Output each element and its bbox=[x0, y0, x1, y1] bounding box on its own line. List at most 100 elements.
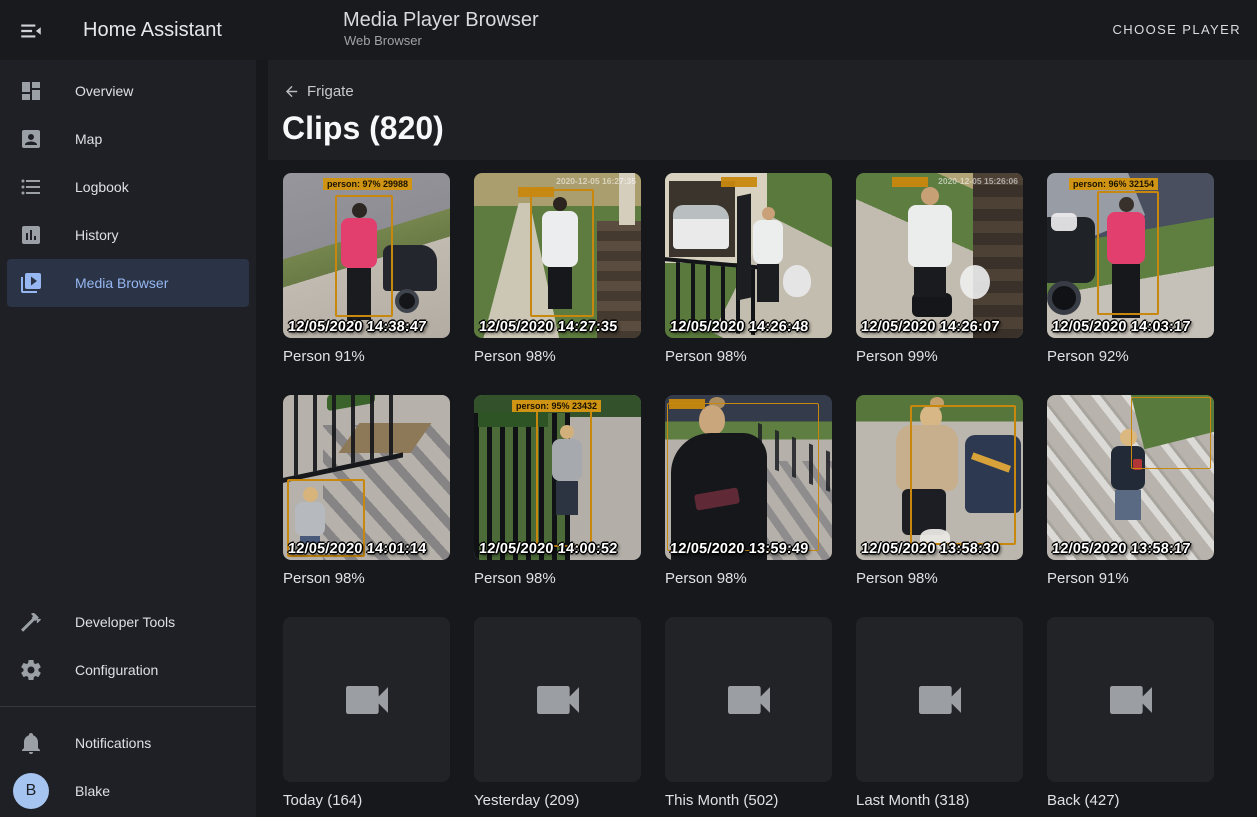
gate-shape bbox=[737, 194, 751, 301]
video-camera-icon bbox=[530, 672, 586, 728]
clip-thumbnail: 12/05/2020 14:01:14 bbox=[283, 395, 450, 560]
clip-timestamp: 12/05/2020 13:58:30 bbox=[860, 541, 1000, 557]
clip-thumbnail: 2020-12-05 16:27:35 12/05/2020 14:27:35 bbox=[474, 173, 641, 338]
detection-label-small bbox=[669, 399, 705, 409]
clip-caption: Person 98% bbox=[283, 569, 450, 589]
folder-tile-this-month[interactable]: This Month (502) bbox=[665, 617, 832, 811]
app-bar: Home Assistant Media Player Browser Web … bbox=[0, 0, 1257, 60]
folder-tile-yesterday[interactable]: Yesterday (209) bbox=[474, 617, 641, 811]
clip-timestamp: 12/05/2020 14:26:48 bbox=[669, 319, 809, 335]
sidebar-item-label: History bbox=[75, 227, 119, 243]
trash-bag-shape bbox=[783, 265, 811, 297]
clip-thumbnail: 12/05/2020 14:26:48 bbox=[665, 173, 832, 338]
clip-tile[interactable]: 12/05/2020 13:58:30 Person 98% bbox=[856, 395, 1023, 589]
play-box-multiple-icon bbox=[19, 271, 43, 295]
folder-label: Last Month (318) bbox=[856, 791, 1023, 811]
clip-tile[interactable]: person: 95% 23432 12/05/2020 14:00:52 Pe… bbox=[474, 395, 641, 589]
sidebar-divider bbox=[0, 706, 256, 707]
clip-tile[interactable]: 2020-12-05 16:27:35 12/05/2020 14:27:35 … bbox=[474, 173, 641, 367]
stroller-wheel bbox=[1047, 281, 1081, 315]
sidebar-item-configuration[interactable]: Configuration bbox=[0, 646, 256, 694]
folder-thumbnail bbox=[283, 617, 450, 782]
sidebar-item-label: Logbook bbox=[75, 179, 129, 195]
page-title: Clips (820) bbox=[282, 110, 444, 147]
blanket-shape bbox=[1051, 213, 1077, 231]
folder-tile-back[interactable]: Back (427) bbox=[1047, 617, 1214, 811]
detection-bbox bbox=[1131, 397, 1211, 469]
clip-timestamp: 12/05/2020 14:27:35 bbox=[478, 319, 618, 335]
clip-thumbnail: person: 95% 23432 12/05/2020 14:00:52 bbox=[474, 395, 641, 560]
clip-tile[interactable]: person: 96% 32154 12/05/2020 14:03:17 Pe… bbox=[1047, 173, 1214, 367]
folder-thumbnail bbox=[474, 617, 641, 782]
media-grid: person: 97% 29988 12/05/2020 14:38:47 Pe… bbox=[283, 173, 1214, 811]
sidebar-item-label: Overview bbox=[75, 83, 133, 99]
stroller-wheel bbox=[395, 289, 419, 313]
video-camera-icon bbox=[912, 672, 968, 728]
detection-bbox bbox=[667, 403, 819, 551]
clip-caption: Person 91% bbox=[1047, 569, 1214, 589]
avatar: B bbox=[13, 773, 49, 809]
clip-tile[interactable]: 12/05/2020 13:59:49 Person 98% bbox=[665, 395, 832, 589]
sidebar-item-label: Developer Tools bbox=[75, 614, 175, 630]
folder-label: Back (427) bbox=[1047, 791, 1214, 811]
video-camera-icon bbox=[721, 672, 777, 728]
sidebar-item-overview[interactable]: Overview bbox=[0, 67, 256, 115]
clip-tile[interactable]: 12/05/2020 14:26:48 Person 98% bbox=[665, 173, 832, 367]
video-camera-icon bbox=[339, 672, 395, 728]
clip-thumbnail: person: 97% 29988 12/05/2020 14:38:47 bbox=[283, 173, 450, 338]
bag-shape bbox=[960, 265, 990, 299]
detection-bbox bbox=[536, 409, 592, 547]
main-content: Frigate Clips (820) person: 97% 29988 12… bbox=[256, 60, 1257, 817]
detection-label: person: 97% 29988 bbox=[323, 178, 412, 190]
clip-thumbnail: person: 96% 32154 12/05/2020 14:03:17 bbox=[1047, 173, 1214, 338]
sidebar-item-logbook[interactable]: Logbook bbox=[0, 163, 256, 211]
app-title: Home Assistant bbox=[83, 0, 222, 60]
account-box-icon bbox=[19, 127, 43, 151]
folder-thumbnail bbox=[856, 617, 1023, 782]
panel-title: Media Player Browser bbox=[343, 9, 539, 32]
clip-caption: Person 98% bbox=[856, 569, 1023, 589]
detection-label-small bbox=[892, 177, 928, 187]
clip-tile[interactable]: 12/05/2020 13:58:17 Person 91% bbox=[1047, 395, 1214, 589]
sidebar-item-media-browser[interactable]: Media Browser bbox=[7, 259, 249, 307]
detection-label: person: 95% 23432 bbox=[512, 400, 601, 412]
sidebar: Overview Map Logbook History Media Brows… bbox=[0, 60, 256, 817]
camera-timestamp: 2020-12-05 15:26:06 bbox=[938, 176, 1018, 186]
dashboard-icon bbox=[19, 79, 43, 103]
sidebar-item-map[interactable]: Map bbox=[0, 115, 256, 163]
folder-thumbnail bbox=[1047, 617, 1214, 782]
clip-tile[interactable]: person: 97% 29988 12/05/2020 14:38:47 Pe… bbox=[283, 173, 450, 367]
clip-thumbnail: 12/05/2020 13:58:17 bbox=[1047, 395, 1214, 560]
folder-tile-last-month[interactable]: Last Month (318) bbox=[856, 617, 1023, 811]
person-figure bbox=[908, 187, 952, 297]
detection-bbox bbox=[1097, 191, 1159, 315]
sidebar-item-history[interactable]: History bbox=[0, 211, 256, 259]
clip-thumbnail: 12/05/2020 13:59:49 bbox=[665, 395, 832, 560]
clip-caption: Person 98% bbox=[474, 347, 641, 367]
folder-thumbnail bbox=[665, 617, 832, 782]
folder-tile-today[interactable]: Today (164) bbox=[283, 617, 450, 811]
hammer-icon bbox=[19, 610, 43, 634]
breadcrumb[interactable]: Frigate bbox=[283, 83, 354, 100]
detection-label: person: 96% 32154 bbox=[1069, 178, 1158, 190]
clip-tile[interactable]: 12/05/2020 14:01:14 Person 98% bbox=[283, 395, 450, 589]
detection-label-small bbox=[518, 187, 554, 197]
sidebar-item-developer-tools[interactable]: Developer Tools bbox=[0, 598, 256, 646]
choose-player-button[interactable]: CHOOSE PLAYER bbox=[1113, 18, 1242, 42]
clip-timestamp: 12/05/2020 14:03:17 bbox=[1051, 319, 1191, 335]
back-arrow-icon bbox=[283, 83, 300, 100]
clip-timestamp: 12/05/2020 14:38:47 bbox=[287, 319, 427, 335]
clip-caption: Person 92% bbox=[1047, 347, 1214, 367]
menu-open-icon[interactable] bbox=[18, 18, 44, 42]
bell-icon bbox=[19, 731, 43, 755]
sidebar-item-label: Configuration bbox=[75, 662, 158, 678]
clip-caption: Person 98% bbox=[665, 347, 832, 367]
sidebar-item-notifications[interactable]: Notifications bbox=[0, 719, 256, 767]
sidebar-item-profile[interactable]: B Blake bbox=[0, 767, 256, 815]
clip-caption: Person 99% bbox=[856, 347, 1023, 367]
panel-subtitle: Web Browser bbox=[344, 33, 422, 48]
clip-thumbnail: 2020-12-05 15:26:06 12/05/2020 14:26:07 bbox=[856, 173, 1023, 338]
clip-tile[interactable]: 2020-12-05 15:26:06 12/05/2020 14:26:07 … bbox=[856, 173, 1023, 367]
person-figure bbox=[753, 207, 783, 302]
clip-caption: Person 91% bbox=[283, 347, 450, 367]
